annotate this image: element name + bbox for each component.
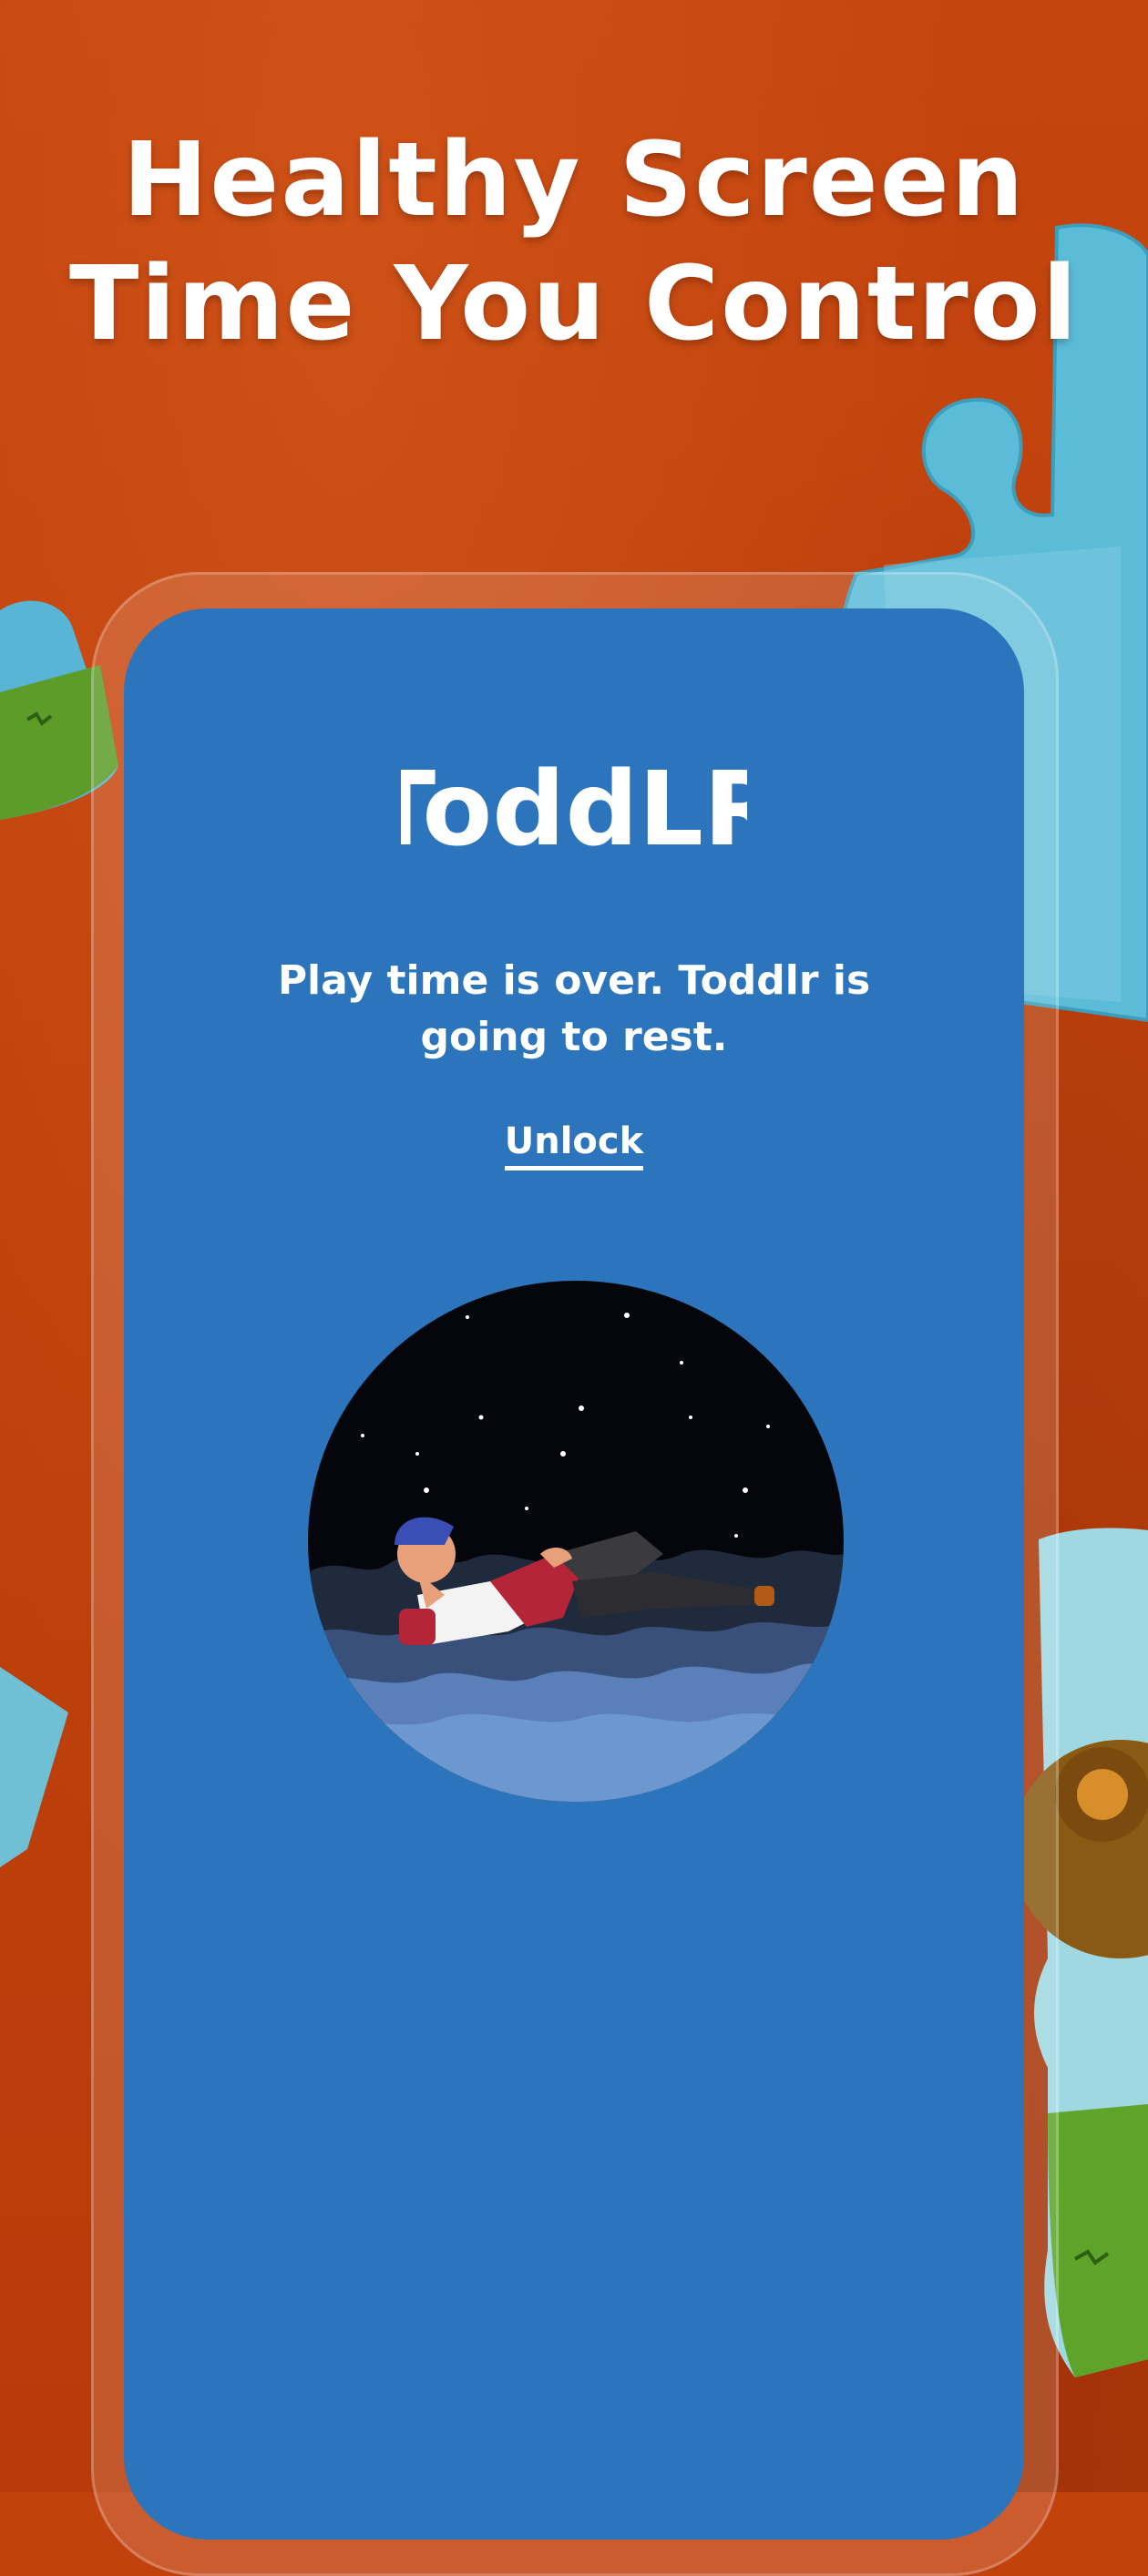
toddlr-logo-icon: ToddLR bbox=[401, 758, 747, 858]
app-logo: ToddLR bbox=[124, 758, 1024, 862]
rest-message: Play time is over. Toddlr is going to re… bbox=[124, 953, 1024, 1066]
headline-line-1: Healthy Screen bbox=[122, 121, 1026, 240]
rest-message-line-1: Play time is over. Toddlr is bbox=[277, 957, 871, 1004]
sleeping-boy-illustration bbox=[308, 1281, 844, 1802]
headline: Healthy Screen Time You Control bbox=[0, 118, 1148, 366]
puzzle-piece-left-lower-decoration bbox=[0, 1667, 68, 1867]
app-screen: ToddLR Play time is over. Toddlr is goin… bbox=[124, 608, 1024, 2540]
unlock-container: Unlock bbox=[124, 1120, 1024, 1170]
rest-message-line-2: going to rest. bbox=[420, 1014, 728, 1060]
headline-line-2: Time You Control bbox=[69, 245, 1079, 363]
unlock-link[interactable]: Unlock bbox=[504, 1120, 644, 1170]
logo-text: ToddLR bbox=[401, 758, 747, 858]
